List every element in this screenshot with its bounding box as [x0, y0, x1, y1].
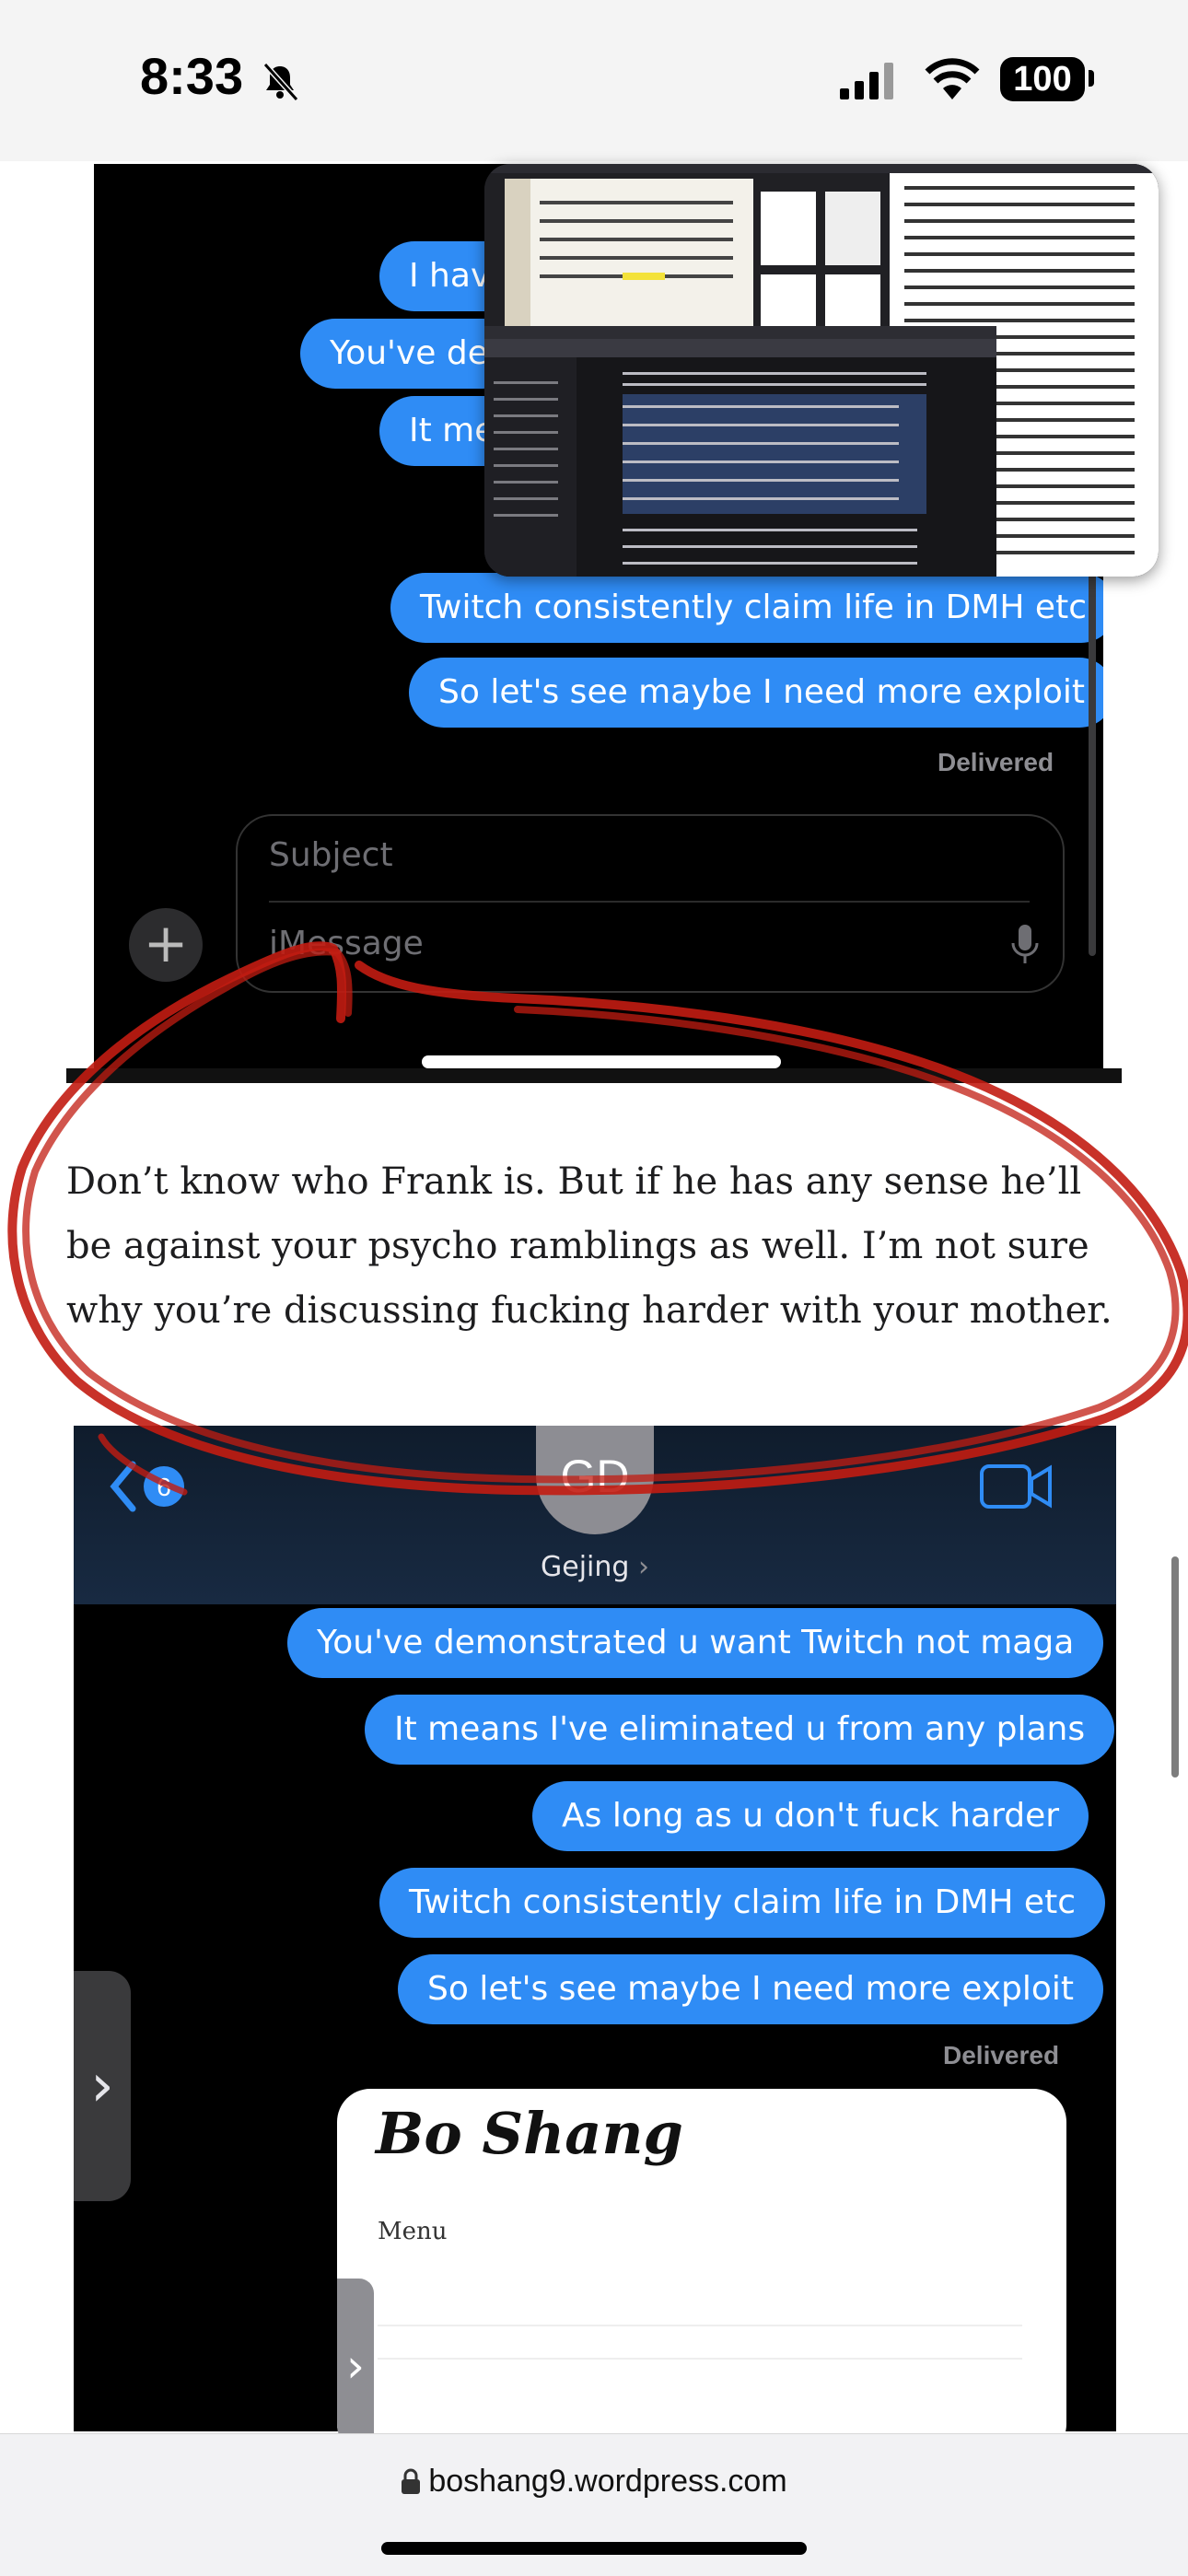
plus-icon: +: [129, 908, 203, 982]
message-placeholder: iMessage: [269, 925, 424, 962]
message-bubble: You've demonstrated u want Twitch not ma…: [287, 1608, 1104, 1678]
picture-in-picture-screenshot: [484, 164, 1159, 577]
bell-slash-icon: [262, 62, 299, 101]
message-bubble: So let's see maybe I need more exploit: [409, 658, 1103, 728]
cellular-signal-icon: [840, 63, 893, 99]
side-tab-chevron-icon: ›: [90, 2052, 114, 2120]
message-compose-box: Subject iMessage: [236, 814, 1065, 993]
url-field[interactable]: boshang9.wordpress.com: [0, 2464, 1188, 2500]
chevron-right-icon: ›: [637, 1551, 649, 1583]
site-title: Bo Shang: [376, 2100, 683, 2167]
side-drawer-tab: ›: [74, 1971, 131, 2201]
status-bar: 8:33 100: [0, 0, 1188, 161]
subject-placeholder: Subject: [269, 836, 393, 874]
battery-indicator: 100: [1000, 57, 1085, 101]
delivered-label: Delivered: [943, 2041, 1060, 2069]
wifi-icon: [925, 58, 980, 99]
card-divider: [378, 2325, 1022, 2326]
card-tab-chevron-icon: ›: [346, 2339, 365, 2393]
screenshot-divider: [66, 1068, 1122, 1083]
site-menu: Menu: [378, 2218, 448, 2245]
delivered-label: Delivered: [938, 748, 1054, 776]
contact-name-text: Gejing: [541, 1551, 630, 1583]
microphone-icon: [1011, 925, 1039, 963]
embedded-home-indicator: [422, 1055, 781, 1068]
contact-avatar: GD: [536, 1426, 654, 1534]
contact-name: Gejing ›: [74, 1551, 1116, 1583]
url-text: boshang9.wordpress.com: [428, 2464, 787, 2499]
message-bubble: As long as u don't fuck harder: [532, 1781, 1089, 1851]
home-indicator[interactable]: [381, 2542, 807, 2555]
card-side-tab: ›: [337, 2279, 374, 2454]
message-bubble: It means I've eliminated u from any plan…: [365, 1695, 1115, 1765]
compose-divider: [269, 901, 1030, 903]
embedded-site-card: Bo Shang Menu ›: [337, 2089, 1066, 2457]
conversation-header: 6 GD Gejing ›: [74, 1426, 1116, 1604]
card-divider: [378, 2358, 1022, 2360]
message-bubble: Twitch consistently claim life in DMH et…: [379, 1868, 1105, 1938]
back-chevron-icon: 6: [110, 1461, 184, 1512]
status-time: 8:33: [140, 47, 244, 105]
back-badge: 6: [157, 1473, 171, 1501]
pip-content: [484, 164, 1159, 577]
video-camera-icon: [980, 1464, 1052, 1509]
embedded-scrollbar: [1089, 551, 1096, 956]
message-bubble: Twitch consistently claim life in DMH et…: [390, 573, 1103, 643]
lock-icon: [402, 2468, 421, 2494]
battery-tip: [1089, 70, 1094, 87]
article-paragraph: Don’t know who Frank is. But if he has a…: [66, 1160, 1112, 1332]
message-bubble: So let's see maybe I need more exploit: [398, 1954, 1104, 2024]
page-scroll-indicator[interactable]: [1171, 1556, 1179, 1778]
